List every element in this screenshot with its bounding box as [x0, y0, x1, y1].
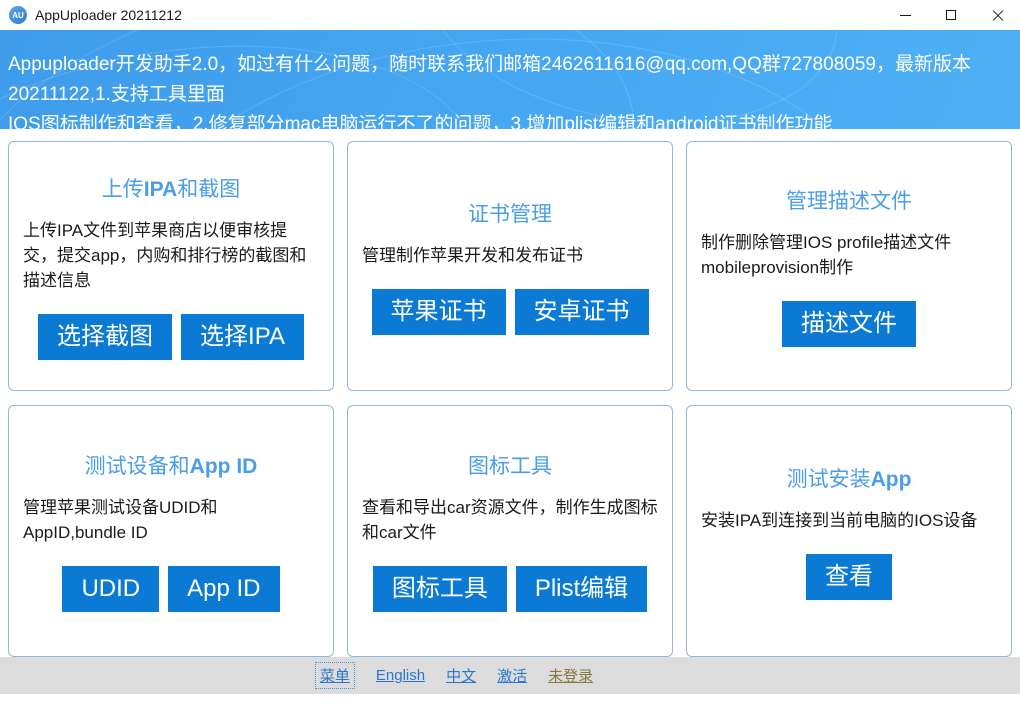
banner-text-line1: Appuploader开发助手2.0，如过有什么问题，随时联系我们邮箱24626…: [8, 54, 971, 105]
card-title: 测试设备和App ID: [85, 450, 258, 480]
card-description: 管理苹果测试设备UDID和AppID,bundle ID: [23, 498, 218, 542]
minimize-icon: [899, 14, 911, 16]
apple-certificate-button[interactable]: 苹果证书: [371, 288, 506, 335]
card-buttons: 描述文件: [782, 301, 916, 347]
card-title-bold: App: [870, 467, 912, 491]
maximize-button[interactable]: [928, 0, 974, 30]
footer-link-chinese[interactable]: 中文: [446, 665, 476, 686]
profile-button[interactable]: 描述文件: [782, 301, 916, 347]
view-button[interactable]: 查看: [806, 553, 892, 600]
android-certificate-button[interactable]: 安卓证书: [514, 288, 649, 335]
card-description: 管理制作苹果开发和发布证书: [362, 245, 583, 265]
card-title-text: 管理描述文件: [786, 190, 912, 213]
card-title-bold: App ID: [189, 455, 258, 478]
card-title-text: 图标工具: [468, 455, 552, 478]
card-description: 上传IPA文件到苹果商店以便审核提交，提交app，内购和排行榜的截图和描述信息: [23, 220, 307, 290]
udid-button[interactable]: UDID: [62, 566, 160, 612]
card-title-text: 和截图: [177, 177, 241, 201]
footer-link-english[interactable]: English: [376, 667, 425, 684]
card-title: 证书管理: [468, 198, 552, 228]
card-buttons: 苹果证书 安卓证书: [371, 288, 649, 335]
appid-button[interactable]: App ID: [168, 566, 280, 612]
icon-tool-button[interactable]: 图标工具: [372, 566, 507, 612]
card-icon-tool: 图标工具 查看和导出car资源文件，制作生成图标和car文件 图标工具 Plis…: [347, 405, 673, 657]
announcement-banner: Appuploader开发助手2.0，如过有什么问题，随时联系我们邮箱24626…: [0, 30, 1020, 129]
card-description: 查看和导出car资源文件，制作生成图标和car文件: [362, 498, 658, 542]
minimize-button[interactable]: [882, 0, 928, 30]
card-description: 安装IPA到连接到当前电脑的IOS设备: [701, 510, 978, 530]
banner-text-line2: IOS图标制作和查看，2.修复部分mac电脑运行不了的问题，3.增加plist编…: [8, 114, 833, 129]
close-icon: [992, 10, 1003, 21]
card-test-device-appid: 测试设备和App ID 管理苹果测试设备UDID和AppID,bundle ID…: [8, 405, 334, 657]
maximize-icon: [946, 10, 956, 20]
card-title: 管理描述文件: [786, 185, 912, 215]
plist-edit-button[interactable]: Plist编辑: [515, 566, 648, 612]
footer-link-menu[interactable]: 菜单: [314, 662, 355, 689]
window-title: AppUploader 20211212: [35, 7, 182, 23]
titlebar: AU AppUploader 20211212: [0, 0, 1020, 30]
card-buttons: 图标工具 Plist编辑: [372, 566, 648, 612]
card-title-text: 上传: [101, 177, 144, 201]
card-title-text: 测试设备和: [84, 455, 190, 478]
card-title-text: 证书管理: [468, 202, 552, 226]
close-button[interactable]: [974, 0, 1020, 30]
card-upload-ipa-screenshot: 上传IPA和截图 上传IPA文件到苹果商店以便审核提交，提交app，内购和排行榜…: [8, 141, 334, 391]
cards-grid: 上传IPA和截图 上传IPA文件到苹果商店以便审核提交，提交app，内购和排行榜…: [0, 129, 1020, 657]
card-test-install-app: 测试安装App 安装IPA到连接到当前电脑的IOS设备 查看: [686, 405, 1012, 657]
card-title: 图标工具: [468, 450, 552, 480]
card-buttons: 查看: [806, 553, 892, 600]
footer-link-login-status[interactable]: 未登录: [548, 665, 593, 686]
card-title: 上传IPA和截图: [102, 173, 240, 203]
card-title-bold: IPA: [143, 177, 178, 201]
card-buttons: 选择截图 选择IPA: [38, 313, 304, 360]
footer-bar: 菜单 English 中文 激活 未登录: [0, 657, 1020, 694]
card-profile-management: 管理描述文件 制作删除管理IOS profile描述文件mobileprovis…: [686, 141, 1012, 391]
window-controls: [882, 0, 1020, 30]
card-buttons: UDID App ID: [62, 566, 280, 612]
card-description: 制作删除管理IOS profile描述文件mobileprovision制作: [701, 233, 952, 277]
app-logo-icon: AU: [9, 6, 27, 24]
card-certificate-management: 证书管理 管理制作苹果开发和发布证书 苹果证书 安卓证书: [347, 141, 673, 391]
footer-link-activate[interactable]: 激活: [497, 665, 527, 686]
select-screenshot-button[interactable]: 选择截图: [38, 313, 173, 360]
card-title-text: 测试安装: [786, 467, 871, 491]
select-ipa-button[interactable]: 选择IPA: [181, 313, 304, 360]
card-title: 测试安装App: [787, 463, 912, 493]
